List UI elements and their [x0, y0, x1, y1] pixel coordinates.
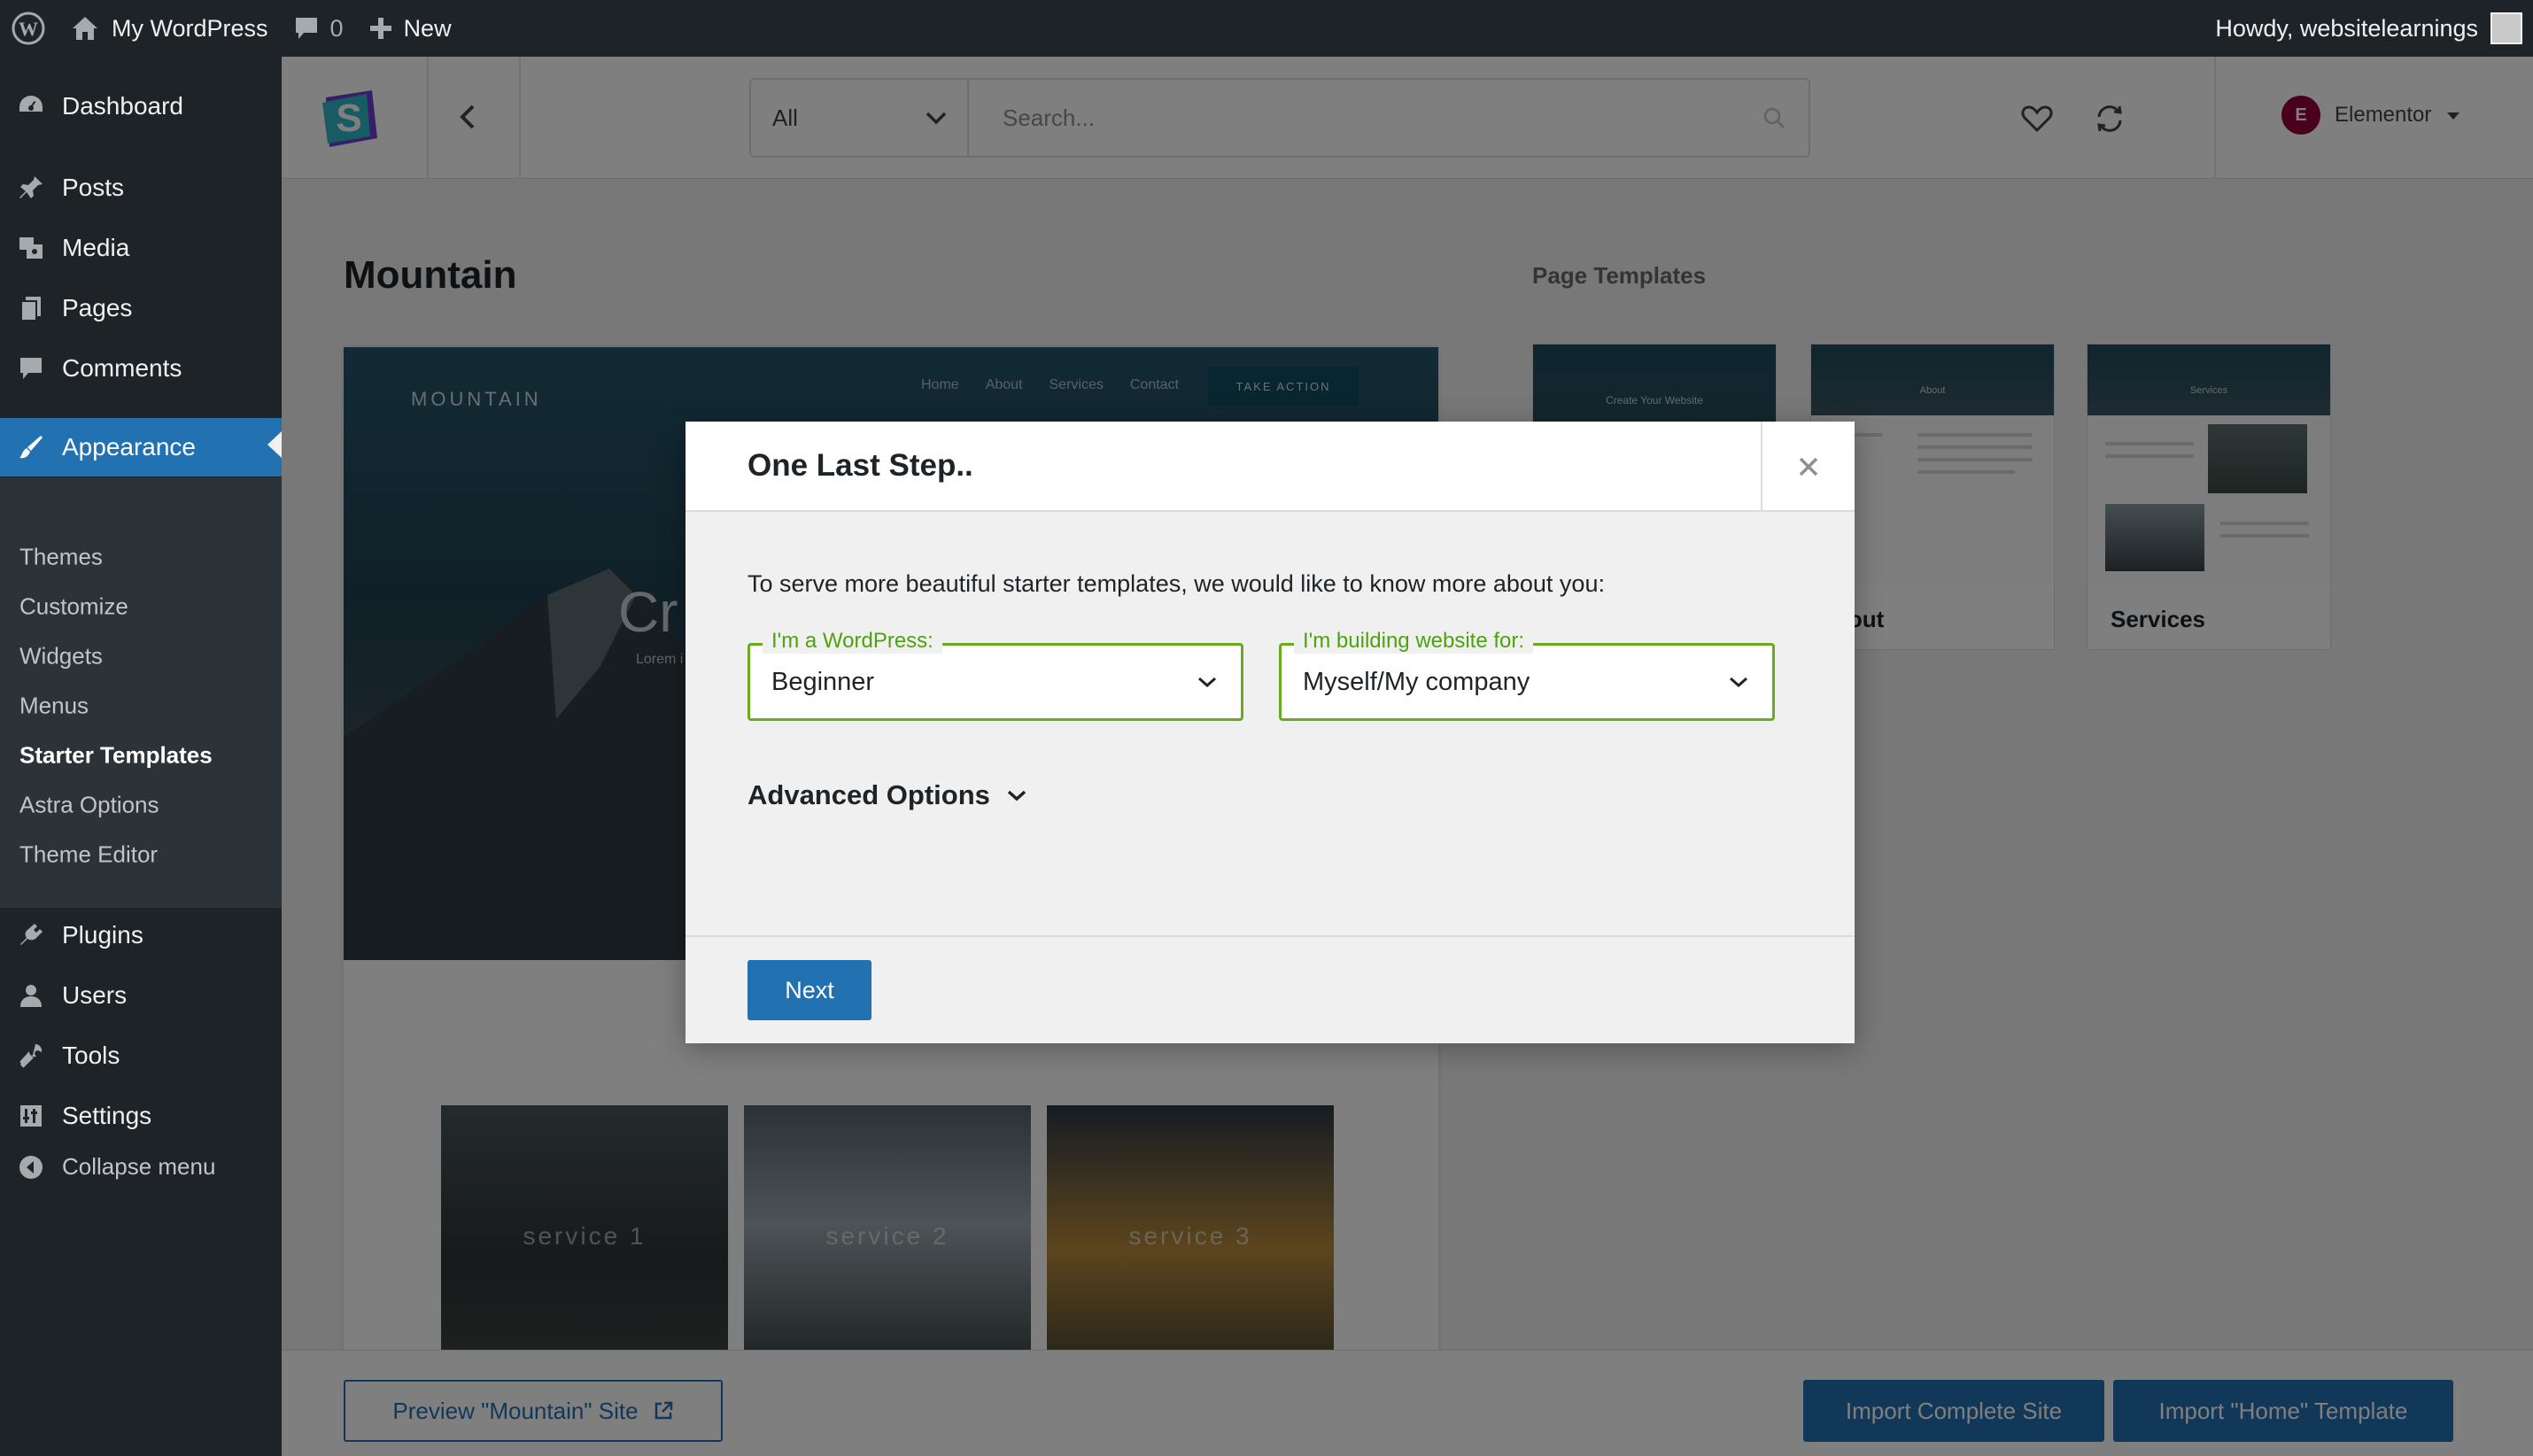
comments-link[interactable]: 0 — [281, 0, 356, 57]
building-for-label: I'm building website for: — [1294, 629, 1534, 654]
my-account-link[interactable]: Howdy, websitelearnings — [2215, 12, 2533, 44]
new-label: New — [403, 14, 452, 42]
next-button[interactable]: Next — [748, 960, 871, 1020]
sidebar-item-label: Appearance — [62, 433, 197, 461]
submenu-item-widgets[interactable]: Widgets — [19, 643, 103, 670]
chevron-down-icon — [1198, 677, 1216, 688]
submenu-item-customize[interactable]: Customize — [19, 593, 128, 621]
sidebar-item-label: Users — [62, 981, 128, 1009]
sidebar-item-label: Pages — [62, 294, 133, 321]
plus-icon — [368, 16, 393, 41]
submenu-item-starter-templates[interactable]: Starter Templates — [19, 742, 213, 770]
chevron-down-icon — [1007, 790, 1026, 802]
user-icon — [0, 981, 62, 1010]
appearance-submenu: Themes Customize Widgets Menus Starter T… — [0, 477, 282, 908]
wordpress-level-select[interactable]: I'm a WordPress: Beginner — [748, 629, 1243, 721]
advanced-options-toggle[interactable]: Advanced Options — [748, 779, 1027, 811]
chevron-down-icon — [1730, 677, 1747, 688]
close-icon — [1799, 457, 1818, 476]
sidebar-item-users[interactable]: Users — [0, 969, 282, 1022]
sidebar-item-label: Posts — [62, 174, 125, 201]
sidebar-item-settings[interactable]: Settings — [0, 1089, 282, 1142]
sidebar-item-pages[interactable]: Pages — [0, 282, 282, 335]
comment-icon — [0, 354, 62, 383]
sidebar-item-label: Comments — [62, 354, 182, 382]
avatar — [2490, 12, 2522, 44]
submenu-item-menus[interactable]: Menus — [19, 693, 89, 720]
sidebar-item-dashboard[interactable]: Dashboard — [0, 80, 282, 133]
settings-icon — [0, 1102, 62, 1130]
building-for-value: Myself/My company — [1303, 667, 1530, 696]
plugin-icon — [0, 921, 62, 949]
sidebar-item-label: Tools — [62, 1042, 120, 1069]
collapse-menu-label: Collapse menu — [62, 1153, 216, 1180]
site-name: My WordPress — [112, 14, 268, 42]
dialog-header: One Last Step.. — [686, 422, 1855, 512]
sidebar-item-posts[interactable]: Posts — [0, 161, 282, 214]
dashboard-icon — [0, 92, 62, 120]
new-content-link[interactable]: New — [356, 0, 464, 57]
sidebar-item-comments[interactable]: Comments — [0, 342, 282, 395]
sidebar-item-appearance[interactable]: Appearance — [0, 418, 282, 476]
dialog-intro-text: To serve more beautiful starter template… — [748, 570, 1605, 597]
dialog-title: One Last Step.. — [748, 448, 973, 483]
sidebar-item-label: Settings — [62, 1102, 152, 1129]
admin-sidebar: Dashboard Posts Media Pages Comments App… — [0, 57, 282, 1456]
sidebar-item-label: Dashboard — [62, 92, 183, 120]
comment-bubble-icon — [293, 15, 320, 42]
home-icon — [71, 15, 99, 42]
brush-icon — [0, 433, 62, 461]
pages-icon — [0, 294, 62, 322]
collapse-arrow-icon — [0, 1154, 62, 1181]
collapse-menu-button[interactable]: Collapse menu — [0, 1153, 282, 1181]
wordpress-level-label: I'm a WordPress: — [763, 629, 942, 654]
sidebar-item-media[interactable]: Media — [0, 221, 282, 275]
site-name-link[interactable]: My WordPress — [58, 0, 281, 57]
sidebar-item-plugins[interactable]: Plugins — [0, 909, 282, 962]
sidebar-item-tools[interactable]: Tools — [0, 1029, 282, 1082]
submenu-item-themes[interactable]: Themes — [19, 544, 103, 571]
svg-text:W: W — [19, 18, 38, 40]
sidebar-item-label: Plugins — [62, 921, 143, 949]
admin-bar: W My WordPress 0 New Howdy, websitelearn… — [0, 0, 2533, 57]
wordpress-level-value: Beginner — [771, 667, 875, 696]
building-for-select[interactable]: I'm building website for: Myself/My comp… — [1279, 629, 1775, 721]
wrench-icon — [0, 1042, 62, 1070]
media-icon — [0, 234, 62, 262]
pin-icon — [0, 174, 62, 202]
wordpress-logo-icon[interactable]: W — [0, 0, 58, 57]
submenu-item-astra-options[interactable]: Astra Options — [19, 792, 159, 819]
submenu-item-theme-editor[interactable]: Theme Editor — [19, 841, 158, 869]
comments-count: 0 — [329, 14, 344, 42]
howdy-greeting: Howdy, websitelearnings — [2215, 14, 2478, 42]
close-button[interactable] — [1761, 422, 1855, 512]
sidebar-item-label: Media — [62, 234, 130, 261]
advanced-options-label: Advanced Options — [748, 779, 990, 810]
one-last-step-dialog: One Last Step.. To serve more beautiful … — [686, 422, 1855, 1043]
